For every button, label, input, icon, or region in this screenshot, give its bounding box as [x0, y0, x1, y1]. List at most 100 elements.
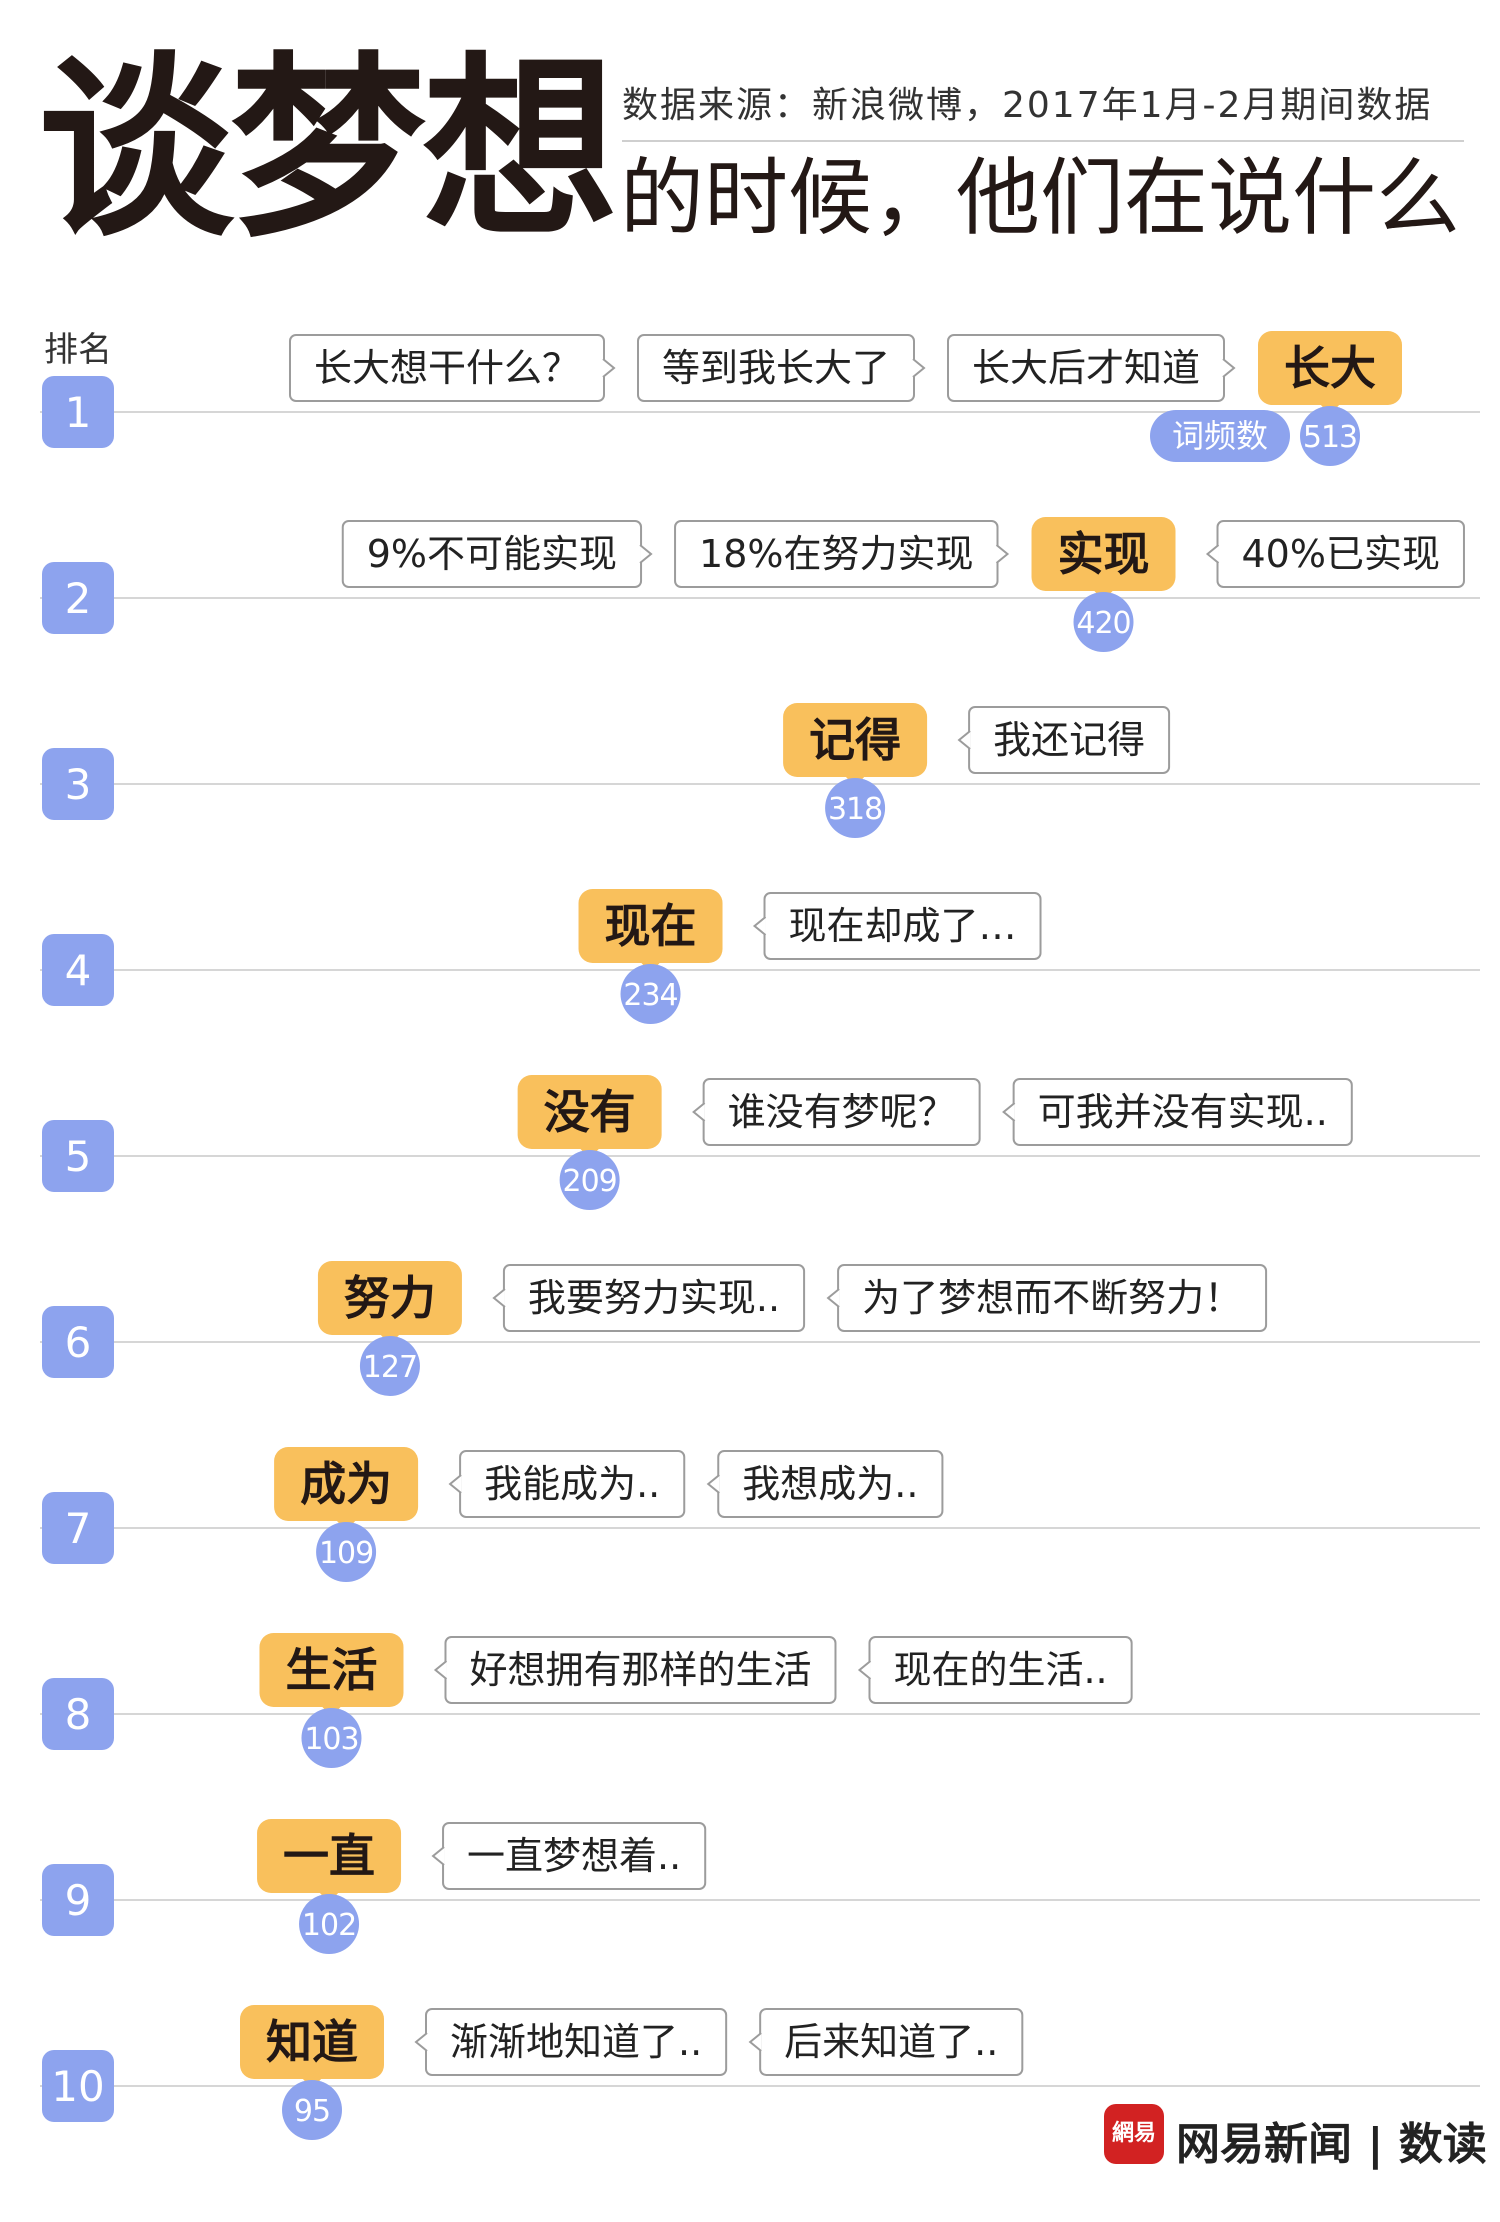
- keyword-text: 知道: [266, 2015, 358, 2069]
- rank-number: 3: [65, 760, 92, 809]
- keyword-text: 没有: [544, 1085, 636, 1139]
- keyword-bubble: 一直: [257, 1819, 402, 1903]
- phrase-text: 40%已实现: [1242, 532, 1440, 576]
- phrase-text: 长大后才知道: [972, 346, 1200, 390]
- keyword-bubble: 现在: [578, 889, 723, 973]
- netease-logo-icon: 網易: [1104, 2104, 1164, 2164]
- phrase-bubble: 我想成为..: [706, 1450, 944, 1518]
- rank-badge: 10: [42, 2050, 114, 2122]
- legend-text: 词频数: [1172, 417, 1268, 455]
- phrase-bubble: 18%在努力实现: [674, 520, 1010, 588]
- keyword-bubble: 生活: [259, 1633, 404, 1717]
- brand-logo: 網易 网易新闻 | 数读: [1104, 2100, 1487, 2170]
- phrase-bubble-tail: [957, 730, 971, 750]
- phrase-bubble: 谁没有梦呢？: [692, 1078, 981, 1146]
- phrase-bubble: 等到我长大了: [636, 334, 926, 402]
- rank-number: 5: [65, 1132, 92, 1181]
- phrase-text: 18%在努力实现: [699, 532, 973, 576]
- phrase-bubble: 一直梦想着..: [431, 1822, 707, 1890]
- rank-number: 8: [65, 1690, 92, 1739]
- keyword-bubble: 知道: [240, 2005, 384, 2089]
- keyword-text: 记得: [809, 713, 901, 767]
- phrase-bubble-tail: [431, 1846, 445, 1866]
- phrase-text: 一直梦想着..: [467, 1834, 681, 1878]
- phrase-bubble-tail: [692, 1102, 706, 1122]
- keyword-bubble: 没有: [517, 1075, 662, 1159]
- phrase-bubble-tail: [602, 358, 616, 378]
- phrase-bubble-tail: [857, 1660, 872, 1680]
- phrase-text: 现在的生活..: [893, 1648, 1107, 1692]
- keyword-text: 生活: [285, 1643, 377, 1697]
- phrase-text: 9%不可能实现: [367, 532, 617, 576]
- keyword-text: 现在: [605, 899, 697, 953]
- phrase-text: 我能成为..: [484, 1462, 660, 1506]
- phrase-text: 我要努力实现..: [528, 1276, 780, 1320]
- phrase-bubble: 我能成为..: [448, 1450, 686, 1518]
- count-value: 420: [1076, 606, 1130, 641]
- brand-text: 网易新闻 | 数读: [1176, 2119, 1487, 2170]
- keyword-bubble: 努力: [317, 1261, 462, 1345]
- rank-badge: 5: [42, 1120, 114, 1192]
- count-value: 209: [563, 1164, 617, 1199]
- phrase-bubble: 可我并没有实现..: [1002, 1078, 1353, 1146]
- rank-badge: 4: [42, 934, 114, 1006]
- phrase-bubble-tail: [1002, 1102, 1016, 1122]
- rank-number: 1: [65, 388, 92, 437]
- phrase-text: 我还记得: [993, 718, 1145, 762]
- phrase-bubble: 现在却成了…: [752, 892, 1042, 960]
- phrase-bubble-tail: [433, 1660, 448, 1680]
- phrase-bubble: 渐渐地知道了..: [414, 2008, 728, 2076]
- phrase-text: 后来知道了..: [784, 2020, 998, 2064]
- count-value: 513: [1303, 420, 1357, 455]
- phrase-bubble: 9%不可能实现: [341, 520, 653, 588]
- phrase-text: 为了梦想而不断努力！: [862, 1276, 1242, 1320]
- phrase-bubble-tail: [748, 2032, 762, 2052]
- rank-badge: 7: [42, 1492, 114, 1564]
- phrase-text: 谁没有梦呢？: [728, 1090, 956, 1134]
- rank-number: 7: [65, 1504, 92, 1553]
- keyword-text: 努力: [344, 1271, 436, 1325]
- phrase-bubble-tail: [448, 1474, 462, 1494]
- phrase-bubble-tail: [995, 544, 1010, 564]
- phrase-text: 渐渐地知道了..: [450, 2020, 702, 2064]
- keyword-text: 实现: [1058, 527, 1150, 581]
- count-value: 318: [828, 792, 882, 827]
- phrase-bubble: 长大后才知道: [946, 334, 1236, 402]
- keyword-text: 成为: [300, 1457, 392, 1511]
- rank-badge: 9: [42, 1864, 114, 1936]
- keyword-bubble: 实现: [1031, 517, 1176, 601]
- phrase-bubble-tail: [1222, 358, 1236, 378]
- phrase-text: 可我并没有实现..: [1038, 1090, 1328, 1134]
- phrase-text: 我想成为..: [742, 1462, 918, 1506]
- phrase-bubble-tail: [706, 1474, 720, 1494]
- ranked-bubble-chart: 1 长大 513 词频数 长大后才知道 等到我长大了 长大想干什么？ 2 实现 420 18%在努力…: [40, 331, 1480, 2140]
- keyword-text: 长大: [1284, 341, 1376, 395]
- count-value: 102: [302, 1908, 356, 1943]
- rank-number: 10: [51, 2062, 104, 2111]
- phrase-bubble-tail: [912, 358, 926, 378]
- count-value: 103: [304, 1722, 358, 1757]
- phrase-bubble: 现在的生活..: [857, 1636, 1133, 1704]
- phrase-text: 长大想干什么？: [314, 346, 580, 390]
- phrase-bubble: 为了梦想而不断努力！: [826, 1264, 1268, 1332]
- phrase-bubble: 我要努力实现..: [492, 1264, 806, 1332]
- count-value: 109: [319, 1536, 373, 1571]
- phrase-bubble: 好想拥有那样的生活: [433, 1636, 837, 1704]
- count-value: 127: [363, 1350, 417, 1385]
- phrase-bubble-tail: [826, 1288, 840, 1308]
- phrase-bubble: 40%已实现: [1205, 520, 1465, 588]
- phrase-bubble-tail: [414, 2032, 428, 2052]
- rank-number: 9: [65, 1876, 92, 1925]
- keyword-bubble: 长大: [1258, 331, 1402, 415]
- phrase-text: 现在却成了…: [789, 904, 1017, 948]
- rank-badge: 8: [42, 1678, 114, 1750]
- rank-badge: 1: [42, 376, 114, 448]
- phrase-bubble-tail: [639, 544, 653, 564]
- rank-badge: 6: [42, 1306, 114, 1378]
- keyword-bubble: 成为: [274, 1447, 419, 1531]
- keyword-bubble: 记得: [783, 703, 928, 787]
- phrase-bubble-tail: [492, 1288, 506, 1308]
- rank-number: 4: [65, 946, 92, 995]
- rank-number: 6: [65, 1318, 92, 1367]
- phrase-bubble: 长大想干什么？: [288, 334, 616, 402]
